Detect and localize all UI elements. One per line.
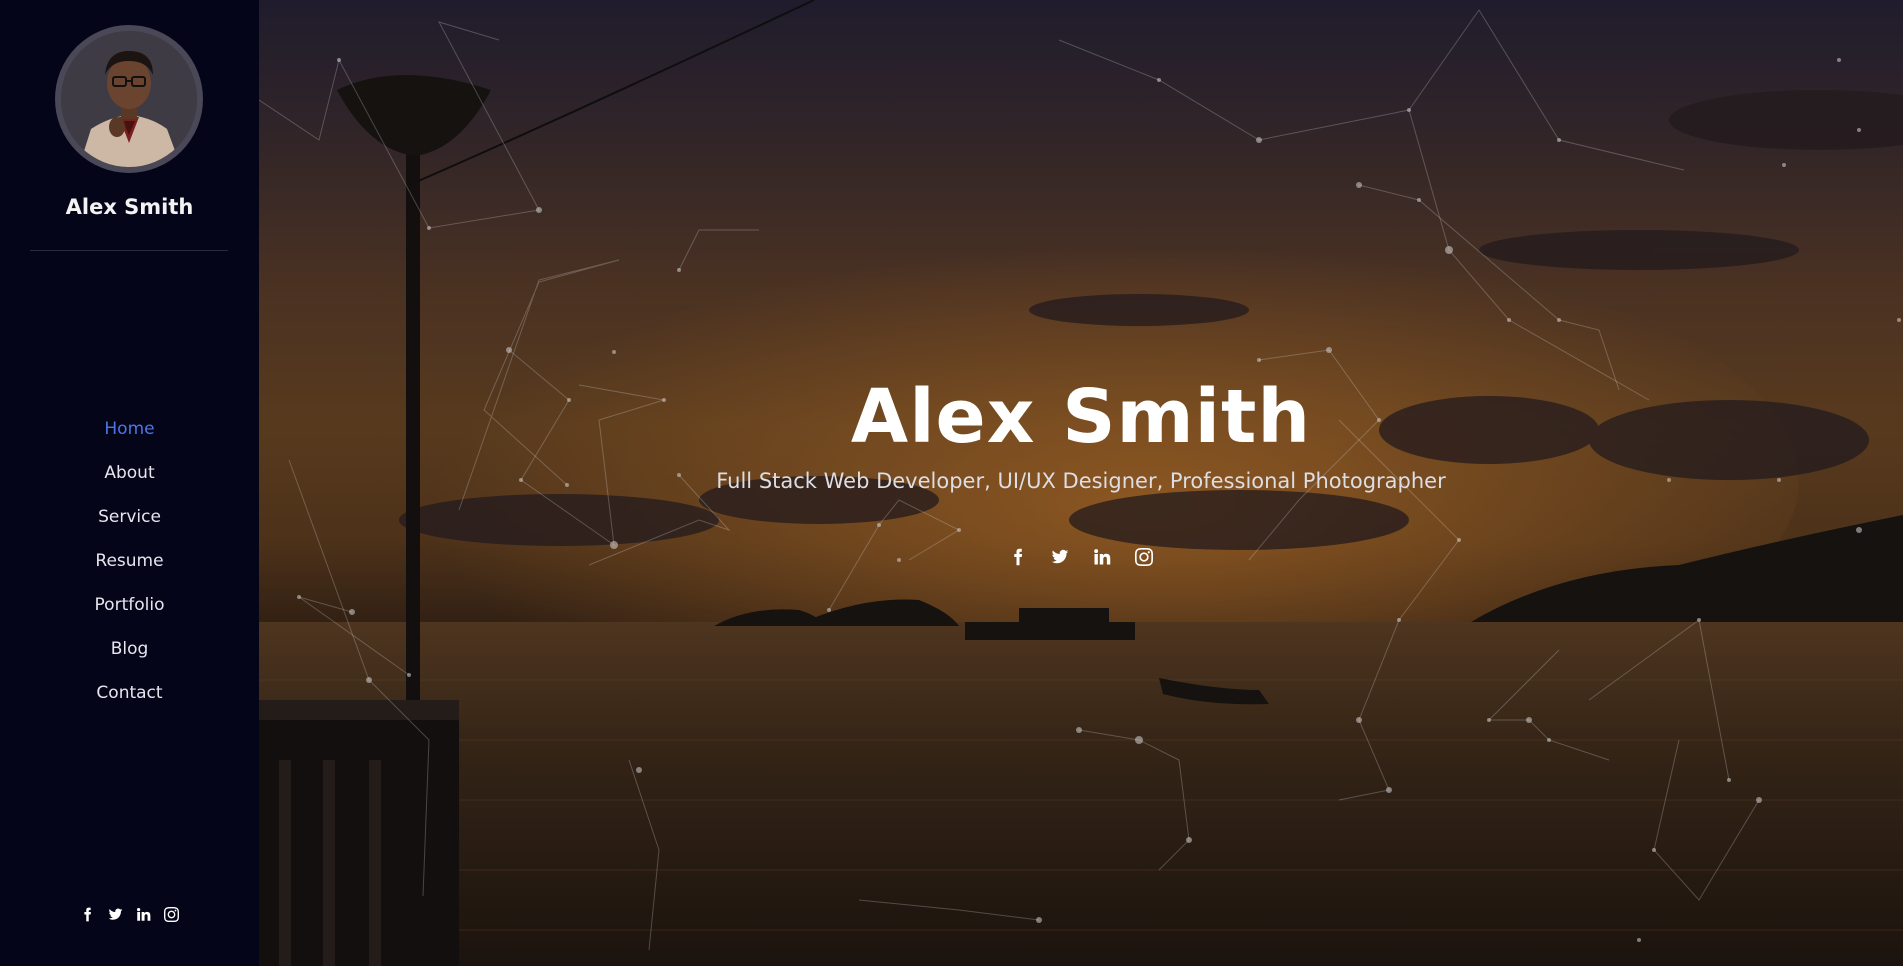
sidebar-social-links <box>0 906 259 923</box>
hero-social-links <box>259 546 1903 568</box>
hero-title: Alex Smith <box>850 374 1312 460</box>
linkedin-icon[interactable] <box>135 906 152 923</box>
nav-portfolio[interactable]: Portfolio <box>0 588 259 632</box>
twitter-icon[interactable] <box>107 906 124 923</box>
facebook-icon[interactable] <box>79 906 96 923</box>
sidebar-name: Alex Smith <box>65 195 194 219</box>
nav-blog[interactable]: Blog <box>0 632 259 676</box>
hero-section: Alex Smith Full Stack Web Developer, UI/… <box>259 0 1903 966</box>
facebook-icon[interactable] <box>1007 546 1029 568</box>
instagram-icon[interactable] <box>1133 546 1155 568</box>
nav-service[interactable]: Service <box>0 500 259 544</box>
nav-about[interactable]: About <box>0 456 259 500</box>
profile-photo <box>61 31 197 167</box>
twitter-icon[interactable] <box>1049 546 1071 568</box>
sidebar: Alex Smith Home About Service Resume Por… <box>0 0 259 966</box>
sidebar-divider <box>30 250 228 251</box>
avatar <box>55 25 203 173</box>
nav-home[interactable]: Home <box>0 412 259 456</box>
linkedin-icon[interactable] <box>1091 546 1113 568</box>
instagram-icon[interactable] <box>163 906 180 923</box>
sidebar-nav: Home About Service Resume Portfolio Blog… <box>0 412 259 720</box>
nav-resume[interactable]: Resume <box>0 544 259 588</box>
hero-subtitle: Full Stack Web Developer, UI/UX Designer… <box>716 469 1446 493</box>
nav-contact[interactable]: Contact <box>0 676 259 720</box>
